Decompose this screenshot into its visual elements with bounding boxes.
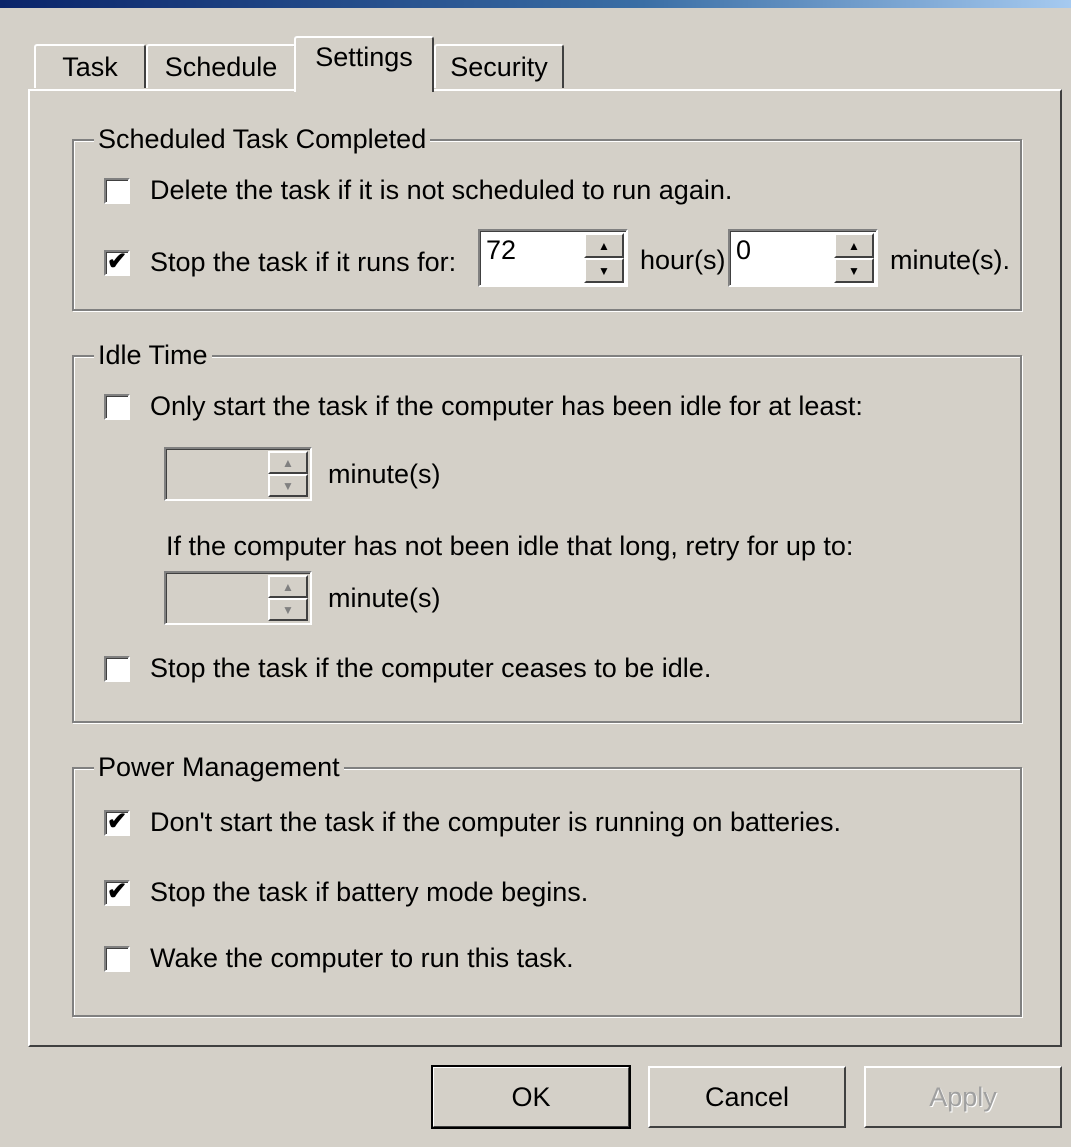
apply-button[interactable]: Apply	[864, 1066, 1062, 1128]
wake-computer-option[interactable]: ✔ Wake the computer to run this task.	[104, 943, 574, 974]
apply-button-label: Apply	[929, 1081, 997, 1112]
tab-schedule[interactable]: Schedule	[146, 44, 296, 88]
tab-task[interactable]: Task	[34, 44, 146, 88]
tab-security-label: Security	[450, 51, 548, 82]
only-start-idle-label: Only start the task if the computer has …	[150, 391, 863, 421]
cancel-button[interactable]: Cancel	[648, 1066, 846, 1128]
group-legend: Idle Time	[94, 340, 212, 371]
tab-settings[interactable]: Settings	[294, 36, 434, 92]
only-start-idle-option[interactable]: ✔ Only start the task if the computer ha…	[104, 391, 863, 422]
settings-panel: Scheduled Task Completed ✔ Delete the ta…	[28, 89, 1062, 1047]
minutes-unit-label: minute(s).	[890, 245, 1011, 275]
delete-task-checkbox[interactable]: ✔	[104, 177, 130, 204]
spin-down-arrow-icon[interactable]: ▼	[584, 258, 624, 283]
tab-security[interactable]: Security	[434, 44, 564, 88]
delete-task-label: Delete the task if it is not scheduled t…	[150, 175, 733, 205]
ok-button[interactable]: OK	[431, 1065, 631, 1129]
spin-up-arrow-icon[interactable]: ▲	[584, 233, 624, 258]
stop-task-label: Stop the task if it runs for:	[150, 247, 457, 277]
idle-time-group: Idle Time ✔ Only start the task if the c…	[72, 340, 1022, 723]
minutes-spinner[interactable]: 0 ▲ ▼	[728, 229, 878, 287]
stop-battery-mode-checkbox[interactable]: ✔	[104, 877, 130, 906]
power-management-group: Power Management ✔ Don't start the task …	[72, 752, 1022, 1017]
retry-label: If the computer has not been idle that l…	[166, 531, 854, 561]
scheduled-task-completed-group: Scheduled Task Completed ✔ Delete the ta…	[72, 124, 1022, 311]
window-top-edge	[0, 0, 1071, 8]
spin-down-arrow-icon[interactable]: ▼	[268, 474, 308, 497]
checkmark-icon: ✔	[107, 807, 128, 835]
stop-task-option[interactable]: ✔ Stop the task if it runs for:	[104, 247, 456, 278]
minutes-value: 0	[736, 235, 752, 265]
group-legend: Scheduled Task Completed	[94, 124, 431, 155]
idle-minutes-spinner[interactable]: ▲ ▼	[164, 447, 312, 501]
wake-computer-checkbox[interactable]: ✔	[104, 945, 130, 972]
tab-schedule-label: Schedule	[164, 51, 278, 82]
tab-settings-label: Settings	[315, 41, 413, 72]
retry-minutes-spinner[interactable]: ▲ ▼	[164, 571, 312, 625]
group-legend: Power Management	[94, 752, 344, 783]
ok-button-label: OK	[511, 1081, 551, 1112]
no-batteries-label: Don't start the task if the computer is …	[150, 807, 842, 837]
no-batteries-checkbox[interactable]: ✔	[104, 807, 130, 836]
checkmark-icon: ✔	[107, 247, 128, 275]
stop-if-not-idle-option[interactable]: ✔ Stop the task if the computer ceases t…	[104, 653, 711, 684]
wake-computer-label: Wake the computer to run this task.	[150, 943, 574, 973]
spin-down-arrow-icon[interactable]: ▼	[834, 258, 874, 283]
stop-task-checkbox[interactable]: ✔	[104, 247, 130, 276]
stop-battery-mode-option[interactable]: ✔ Stop the task if battery mode begins.	[104, 877, 588, 908]
hours-value: 72	[486, 235, 517, 265]
spin-down-arrow-icon[interactable]: ▼	[268, 598, 308, 621]
idle-minutes-unit-label: minute(s)	[328, 459, 441, 489]
checkmark-icon: ✔	[107, 877, 128, 905]
spin-up-arrow-icon[interactable]: ▲	[834, 233, 874, 258]
no-batteries-option[interactable]: ✔ Don't start the task if the computer i…	[104, 807, 841, 838]
stop-battery-mode-label: Stop the task if battery mode begins.	[150, 877, 589, 907]
stop-if-not-idle-checkbox[interactable]: ✔	[104, 655, 130, 682]
hours-unit-label: hour(s)	[640, 245, 726, 275]
spin-up-arrow-icon[interactable]: ▲	[268, 451, 308, 474]
tab-task-label: Task	[62, 51, 118, 82]
delete-task-option[interactable]: ✔ Delete the task if it is not scheduled…	[104, 175, 732, 206]
retry-minutes-unit-label: minute(s)	[328, 583, 441, 613]
hours-spinner[interactable]: 72 ▲ ▼	[478, 229, 628, 287]
stop-if-not-idle-label: Stop the task if the computer ceases to …	[150, 653, 712, 683]
cancel-button-label: Cancel	[704, 1081, 790, 1112]
only-start-idle-checkbox[interactable]: ✔	[104, 393, 130, 420]
spin-up-arrow-icon[interactable]: ▲	[268, 575, 308, 598]
